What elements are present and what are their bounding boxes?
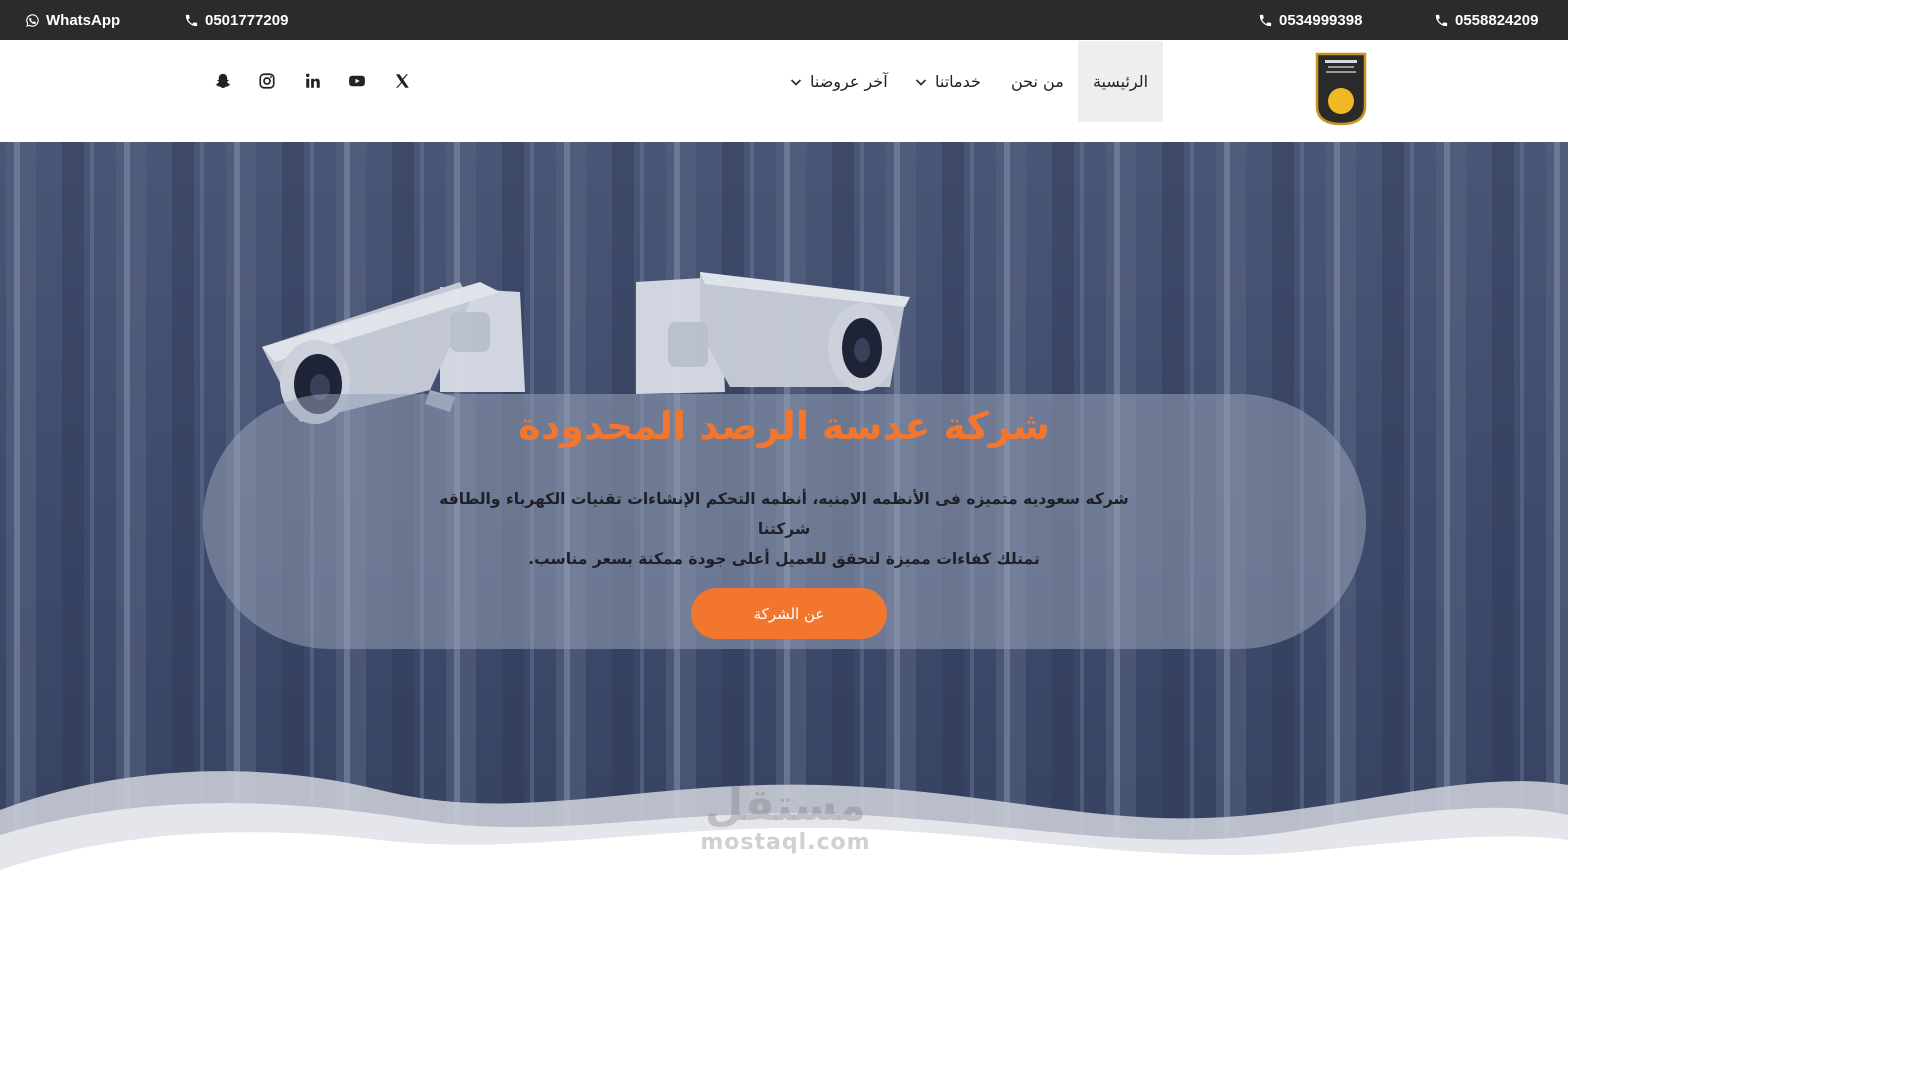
company-logo[interactable] [1315,52,1367,126]
instagram-link[interactable] [257,71,277,91]
phone-link-3[interactable]: 0558824209 [1434,0,1538,40]
whatsapp-link[interactable]: WhatsApp [25,0,120,40]
hero-title: شركة عدسة الرصد المحدودة [518,404,1050,448]
nav-home[interactable]: الرئيسية [1078,41,1163,122]
instagram-icon [259,73,275,89]
hero-description-line-2: تمتلك كفاءات مميزة لتحقق للعميل أعلى جود… [528,550,1040,568]
whatsapp-icon [26,13,39,27]
nav-offers-label: آخر عروضنا [810,72,888,91]
phone-number-2: 0534999398 [1279,11,1363,29]
whatsapp-label: WhatsApp [46,11,121,29]
nav-about[interactable]: من نحن [1011,41,1064,122]
watermark-latin: mostaql.com [700,830,871,855]
nav-offers[interactable]: آخر عروضنا [790,41,888,122]
snapchat-icon [215,73,231,89]
linkedin-link[interactable] [303,71,323,91]
watermark: مستقل mostaql.com [688,782,883,856]
phone-number-1: 0501777209 [205,11,289,29]
snapchat-link[interactable] [213,71,233,91]
phone-icon [185,14,198,26]
phone-link-2[interactable]: 0534999398 [1258,0,1362,40]
youtube-link[interactable] [347,71,367,91]
nav-services-label: خدماتنا [935,72,981,91]
hero-description: شركه سعوديه متميزه فى الأنظمه الامنيه، أ… [420,484,1148,574]
chevron-down-icon [790,78,802,86]
x-icon [396,74,409,88]
nav-services[interactable]: خدماتنا [915,41,981,122]
hero-section: شركة عدسة الرصد المحدودة شركه سعوديه متم… [0,142,1568,882]
phone-icon [1435,14,1448,26]
youtube-icon [349,75,365,87]
phone-number-3: 0558824209 [1455,11,1539,29]
phone-icon [1259,14,1272,26]
nav-about-label: من نحن [1011,72,1064,91]
about-company-button[interactable]: عن الشركة [691,588,887,639]
watermark-arabic: مستقل [705,780,866,831]
linkedin-icon [306,73,320,88]
phone-link-1[interactable]: 0501777209 [184,0,288,40]
top-contact-bar: WhatsApp 0501777209 0534999398 055882420… [0,0,1568,40]
nav-home-label: الرئيسية [1092,72,1149,91]
x-link[interactable] [392,71,412,91]
chevron-down-icon [915,78,927,86]
hero-description-line-1: شركه سعوديه متميزه فى الأنظمه الامنيه، أ… [439,490,1129,538]
